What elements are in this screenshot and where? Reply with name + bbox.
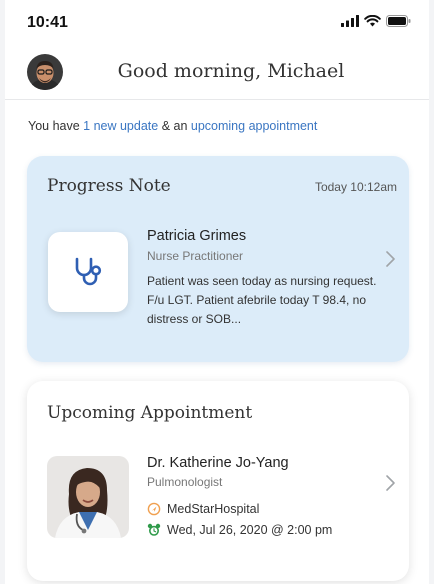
signal-icon [341,15,359,27]
update-middle: & an [158,119,191,133]
chevron-right-icon[interactable] [385,250,397,268]
upcoming-appointment-link[interactable]: upcoming appointment [191,119,317,133]
stethoscope-icon [75,257,102,286]
location-icon [147,502,161,516]
appointment-location-row: MedStarHospital [147,502,259,516]
note-author-name: Patricia Grimes [147,228,247,244]
appointment-location: MedStarHospital [167,502,260,516]
status-bar: 10:41 [5,0,429,46]
note-preview: Patient was seen today as nursing reques… [147,274,377,326]
appointment-datetime: Wed, Jul 26, 2020 @ 2:00 pm [167,523,333,537]
note-author-role: Nurse Practitioner [147,249,244,263]
update-prefix: You have [28,119,84,133]
doctor-photo [47,456,129,538]
greeting-title: Good morning, Michael [117,60,345,82]
doctor-specialty: Pulmonologist [147,475,223,489]
new-update-link[interactable]: 1 new update [83,119,158,133]
app-screen: 10:41 Good morning, Michael You have 1 n… [5,0,429,584]
progress-note-timestamp: Today 10:12am [314,180,397,194]
update-summary: You have 1 new update & an upcoming appo… [28,119,317,133]
header: Good morning, Michael [5,46,429,100]
battery-icon [386,15,411,27]
progress-note-title: Progress Note [47,176,171,196]
chevron-right-icon[interactable] [385,474,397,492]
wifi-icon [364,15,381,27]
status-time: 10:41 [27,14,68,31]
stethoscope-icon-box [48,232,128,312]
progress-note-card[interactable]: Progress Note Today 10:12am Patricia Gri… [27,156,409,362]
status-icons [341,15,411,27]
upcoming-appointment-card[interactable]: Upcoming Appointment Dr. Katherine Jo-Ya… [27,381,409,581]
doctor-name: Dr. Katherine Jo-Yang [147,455,289,471]
appointment-title: Upcoming Appointment [47,403,253,423]
appointment-datetime-row: Wed, Jul 26, 2020 @ 2:00 pm [147,523,332,537]
alarm-clock-icon [147,523,161,536]
